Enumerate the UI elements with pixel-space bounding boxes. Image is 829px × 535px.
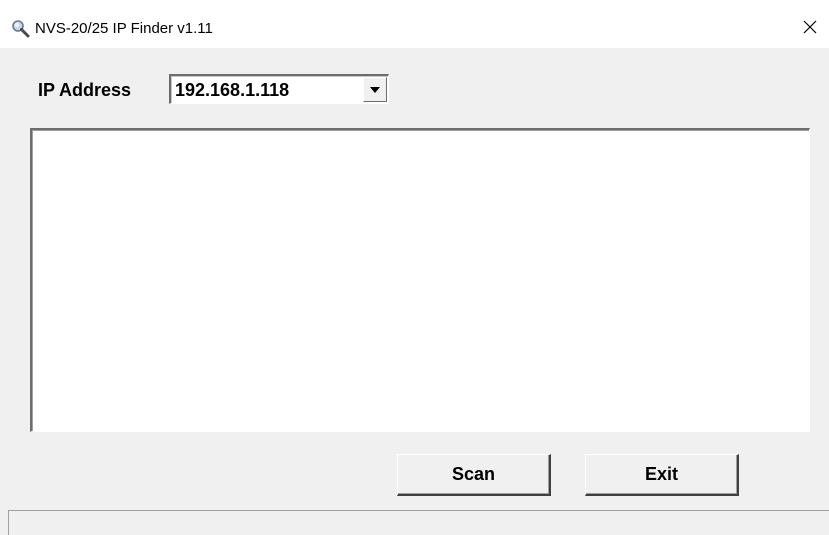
exit-button[interactable]: Exit <box>585 454 739 496</box>
client-area: IP Address 192.168.1.118 Scan Exit <box>0 48 829 535</box>
ip-address-dropdown[interactable]: 192.168.1.118 <box>169 74 389 104</box>
magnifier-icon <box>11 19 31 39</box>
status-bar <box>8 510 829 535</box>
title-bar[interactable]: NVS-20/25 IP Finder v1.11 <box>0 0 829 48</box>
close-button[interactable] <box>790 10 829 48</box>
results-list[interactable] <box>30 128 810 432</box>
dropdown-arrow-icon <box>370 86 380 93</box>
ip-address-value: 192.168.1.118 <box>175 80 290 100</box>
close-icon <box>803 20 817 39</box>
ip-address-label: IP Address <box>38 80 132 100</box>
app-window: NVS-20/25 IP Finder v1.11 IP Address 192… <box>0 0 829 535</box>
scan-button[interactable]: Scan <box>397 454 551 496</box>
window-title: NVS-20/25 IP Finder v1.11 <box>35 20 213 37</box>
dropdown-button[interactable] <box>363 77 387 102</box>
